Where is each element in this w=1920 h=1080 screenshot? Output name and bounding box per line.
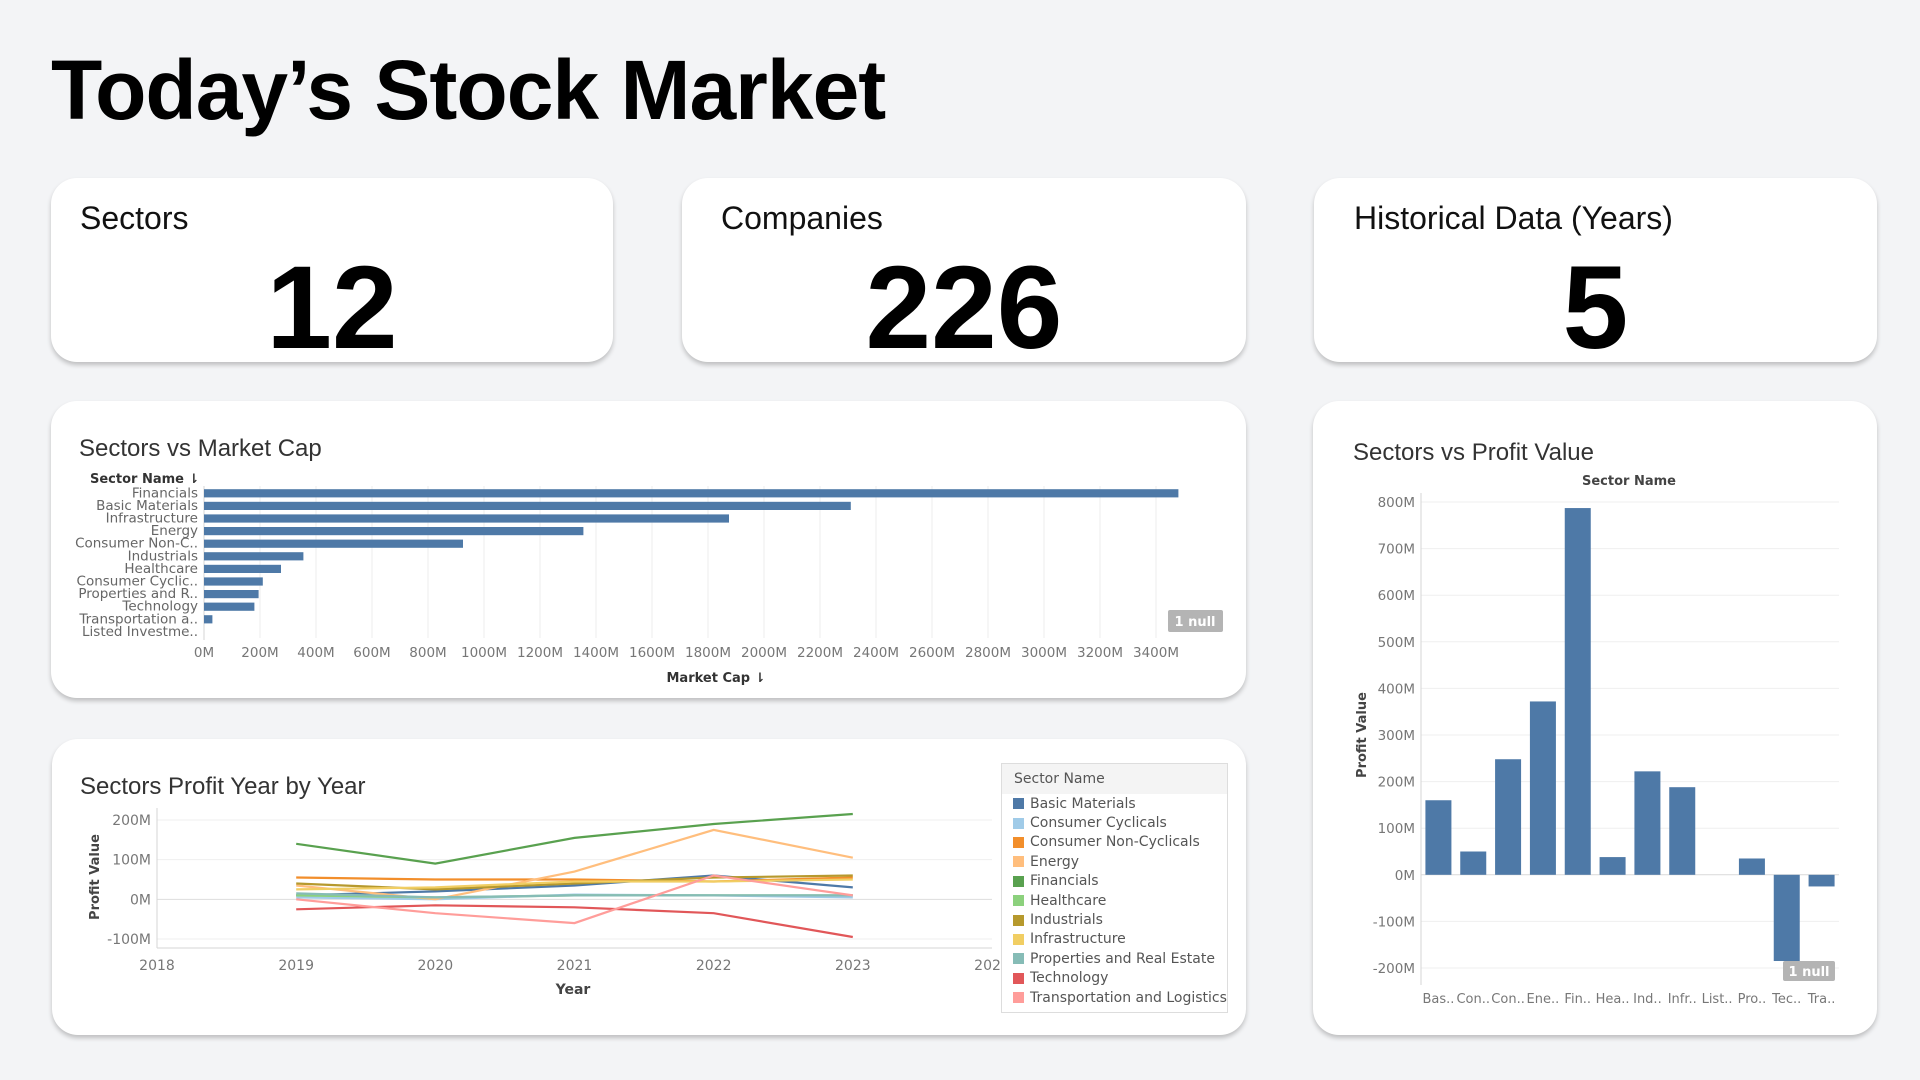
chart-title: Sectors vs Profit Value bbox=[1353, 439, 1594, 466]
legend-swatch bbox=[1013, 953, 1024, 965]
legend-item[interactable]: Technology bbox=[1002, 969, 1227, 988]
legend-item[interactable]: Healthcare bbox=[1002, 891, 1227, 910]
legend: Sector Name Basic Materials Consumer Cycl… bbox=[1001, 763, 1228, 1013]
legend-item[interactable]: Basic Materials bbox=[1002, 794, 1227, 813]
chart-title: Sectors Profit Year by Year bbox=[80, 773, 366, 800]
legend-label: Consumer Non-Cyclicals bbox=[1030, 834, 1200, 851]
legend-item[interactable]: Properties and Real Estate bbox=[1002, 949, 1227, 968]
legend-label: Energy bbox=[1030, 853, 1080, 870]
kpi-value: 5 bbox=[1562, 242, 1629, 374]
legend-label: Basic Materials bbox=[1030, 795, 1136, 812]
legend-label: Financials bbox=[1030, 873, 1099, 890]
profit-value-card: Sectors vs Profit Value bbox=[1313, 401, 1877, 1035]
kpi-label: Sectors bbox=[80, 200, 189, 236]
legend-label: Industrials bbox=[1030, 912, 1103, 929]
legend-swatch bbox=[1013, 972, 1024, 984]
page-title: Today’s Stock Market bbox=[51, 43, 886, 137]
chart-title: Sectors vs Market Cap bbox=[79, 435, 322, 462]
legend-label: Technology bbox=[1030, 970, 1109, 987]
legend-swatch bbox=[1013, 895, 1024, 907]
legend-item[interactable]: Consumer Non-Cyclicals bbox=[1002, 833, 1227, 852]
kpi-card-historical-years: Historical Data (Years) 5 bbox=[1314, 178, 1877, 374]
kpi-label: Companies bbox=[721, 200, 883, 236]
legend-item[interactable]: Transportation and Logistics bbox=[1002, 988, 1227, 1007]
legend-item[interactable]: Financials bbox=[1002, 872, 1227, 891]
kpi-value: 12 bbox=[266, 242, 398, 374]
market-cap-card: Sectors vs Market Cap bbox=[51, 401, 1246, 698]
legend-label: Infrastructure bbox=[1030, 931, 1126, 948]
legend-title: Sector Name bbox=[1002, 764, 1227, 794]
kpi-label: Historical Data (Years) bbox=[1354, 200, 1673, 236]
legend-swatch bbox=[1013, 856, 1024, 868]
legend-item[interactable]: Industrials bbox=[1002, 910, 1227, 929]
legend-item[interactable]: Infrastructure bbox=[1002, 930, 1227, 949]
legend-label: Consumer Cyclicals bbox=[1030, 815, 1167, 832]
legend-swatch bbox=[1013, 914, 1024, 926]
legend-item[interactable]: Energy bbox=[1002, 852, 1227, 871]
legend-swatch bbox=[1013, 875, 1024, 887]
legend-label: Properties and Real Estate bbox=[1030, 950, 1215, 967]
legend-label: Healthcare bbox=[1030, 892, 1107, 909]
legend-swatch bbox=[1013, 836, 1024, 848]
legend-label: Transportation and Logistics bbox=[1030, 989, 1227, 1006]
kpi-card-sectors: Sectors 12 bbox=[51, 178, 613, 374]
legend-swatch bbox=[1013, 933, 1024, 945]
legend-swatch bbox=[1013, 798, 1024, 810]
kpi-card-companies: Companies 226 bbox=[682, 178, 1246, 374]
kpi-value: 226 bbox=[865, 242, 1063, 374]
legend-item[interactable]: Consumer Cyclicals bbox=[1002, 813, 1227, 832]
legend-items: Basic Materials Consumer Cyclicals Consume… bbox=[1002, 794, 1227, 1007]
legend-swatch bbox=[1013, 817, 1024, 829]
legend-swatch bbox=[1013, 992, 1024, 1004]
